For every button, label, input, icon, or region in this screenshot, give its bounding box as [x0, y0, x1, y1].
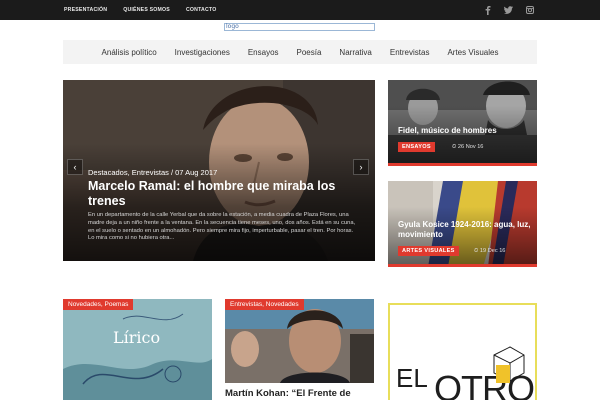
slider-next-arrow[interactable]: › — [353, 159, 369, 175]
nav-item-entrevistas[interactable]: Entrevistas — [390, 48, 430, 57]
side-post-date-text: 19 Dec 16 — [479, 248, 506, 254]
top-link-contacto[interactable]: CONTACTO — [186, 7, 217, 13]
instagram-icon[interactable] — [526, 6, 534, 14]
card-tag[interactable]: Entrevistas, Novedades — [225, 299, 304, 310]
site-logo[interactable]: logo — [224, 23, 375, 31]
top-bar: PRESENTACIÓN QUIÉNES SOMOS CONTACTO — [0, 0, 600, 20]
social-links — [485, 0, 534, 20]
nav-item-investigaciones[interactable]: Investigaciones — [175, 48, 230, 57]
facebook-icon[interactable] — [485, 5, 491, 15]
ad-el-otro[interactable]: EL OTRO — [388, 303, 537, 400]
side-post-date-text: 26 Nov 16 — [457, 144, 484, 150]
nav-item-poesia[interactable]: Poesía — [297, 48, 322, 57]
nav-item-ensayos[interactable]: Ensayos — [248, 48, 279, 57]
ad-text-el: EL — [396, 363, 428, 393]
side-post-accent-line — [388, 264, 537, 267]
twitter-icon[interactable] — [504, 6, 513, 14]
card-image — [225, 299, 374, 383]
nav-item-narrativa[interactable]: Narrativa — [339, 48, 371, 57]
top-link-quienes-somos[interactable]: QUIÉNES SOMOS — [123, 7, 170, 13]
top-link-presentacion[interactable]: PRESENTACIÓN — [64, 7, 107, 13]
side-post-title[interactable]: Gyula Kosice 1924-2016: agua, luz, movim… — [398, 220, 533, 240]
card-lirico[interactable]: Lírico Novedades, Poemas — [63, 299, 212, 400]
side-post-date: ⏲ 26 Nov 16 — [452, 144, 483, 151]
side-post-kosice[interactable]: Gyula Kosice 1924-2016: agua, luz, movim… — [388, 181, 537, 267]
card-image: Lírico — [63, 299, 212, 400]
side-post-badge[interactable]: ARTES VISUALES — [398, 246, 459, 256]
card-image-text: Lírico — [113, 328, 160, 347]
side-post-badge[interactable]: ENSAYOS — [398, 142, 435, 152]
hero-meta[interactable]: Destacados, Entrevistas / 07 Aug 2017 — [88, 168, 217, 177]
ad-cube-icon — [493, 346, 525, 383]
card-kohan[interactable]: Entrevistas, Novedades Martín Kohan: “El… — [225, 299, 374, 400]
side-post-overlay — [388, 80, 537, 166]
side-post-accent-line — [388, 163, 537, 166]
slider-prev-arrow[interactable]: ‹ — [67, 159, 83, 175]
side-post-date: ⏲ 19 Dec 16 — [474, 248, 505, 255]
hero-excerpt: En un departamento de la calle Yerbal qu… — [88, 212, 356, 242]
featured-slider[interactable]: ‹ › Destacados, Entrevistas / 07 Aug 201… — [63, 80, 375, 261]
hero-title[interactable]: Marcelo Ramal: el hombre que miraba los … — [88, 179, 348, 209]
side-post-title[interactable]: Fidel, músico de hombres — [398, 126, 533, 136]
nav-item-analisis-politico[interactable]: Análisis político — [102, 48, 157, 57]
card-tag[interactable]: Novedades, Poemas — [63, 299, 134, 310]
side-post-fidel[interactable]: Fidel, músico de hombres ENSAYOS ⏲ 26 No… — [388, 80, 537, 166]
main-nav: Análisis político Investigaciones Ensayo… — [63, 40, 537, 64]
top-links: PRESENTACIÓN QUIÉNES SOMOS CONTACTO — [64, 0, 232, 20]
card-title[interactable]: Martín Kohan: “El Frente de — [225, 388, 351, 399]
nav-item-artes-visuales[interactable]: Artes Visuales — [447, 48, 498, 57]
